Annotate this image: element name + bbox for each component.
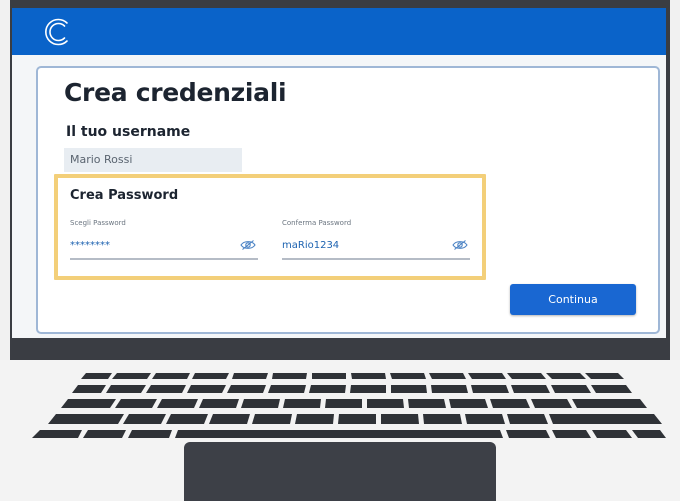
keyboard	[32, 373, 666, 438]
trackpad	[184, 442, 496, 501]
